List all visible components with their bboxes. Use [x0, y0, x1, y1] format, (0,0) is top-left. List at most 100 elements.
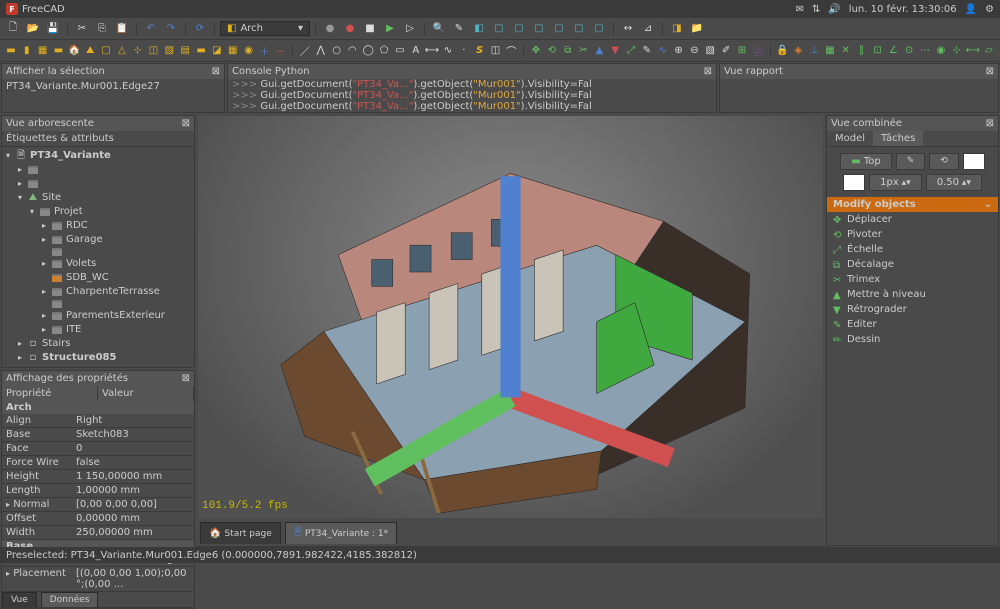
zoom-fit-icon[interactable]: 🔍 — [430, 20, 448, 38]
tree-body[interactable]: ▾🗎PT34_Variante▸▸▾⛰Site▾Projet▸RDC▸Garag… — [2, 147, 194, 367]
tab-donnees[interactable]: Données — [41, 592, 99, 607]
snap-lock-icon[interactable]: 🔒 — [775, 42, 789, 60]
save-icon[interactable]: 💾 — [44, 20, 62, 38]
wire2bspline-icon[interactable]: ∿ — [656, 42, 670, 60]
new-icon[interactable]: 🗋 — [4, 20, 22, 38]
view-top-icon[interactable]: ▢ — [510, 20, 528, 38]
property-row[interactable]: BaseSketch083 — [2, 428, 194, 442]
paste-icon[interactable]: 📋 — [113, 20, 131, 38]
viewport-tab[interactable]: 🏠 Start page — [200, 522, 281, 544]
settings-gear-icon[interactable]: ⚙ — [985, 4, 994, 15]
line-icon[interactable]: ／ — [298, 42, 312, 60]
bspline-icon[interactable]: ∿ — [441, 42, 455, 60]
close-icon[interactable]: ⊠ — [182, 373, 190, 384]
volume-icon[interactable]: 🔊 — [828, 4, 840, 15]
tab-vue[interactable]: Vue — [2, 592, 37, 607]
network-icon[interactable]: ⇅ — [812, 4, 820, 15]
property-row[interactable]: Force Wirefalse — [2, 456, 194, 470]
snap-perp-icon[interactable]: ⊥ — [807, 42, 821, 60]
view-rear-icon[interactable]: ▢ — [550, 20, 568, 38]
rebar-icon[interactable]: ▦ — [36, 42, 50, 60]
macro-icon[interactable]: ● — [321, 20, 339, 38]
part-icon[interactable]: ◨ — [668, 20, 686, 38]
tree-node[interactable]: ▸ — [4, 163, 192, 177]
tree-node[interactable]: ▾🗎PT34_Variante — [4, 149, 192, 163]
task-upgrade[interactable]: ▲Mettre à niveau — [827, 287, 998, 302]
task-downgrade[interactable]: ▼Rétrograder — [827, 302, 998, 317]
snap-ortho-icon[interactable]: ⊹ — [950, 42, 964, 60]
space-icon[interactable]: ▧ — [162, 42, 176, 60]
property-row[interactable]: Face0 — [2, 442, 194, 456]
ellipse-icon[interactable]: ◯ — [361, 42, 375, 60]
addpoint-icon[interactable]: ⊕ — [672, 42, 686, 60]
axes-gizmo[interactable] — [198, 116, 823, 518]
user-icon[interactable]: 👤 — [965, 4, 977, 15]
view-iso-icon[interactable]: ◧ — [470, 20, 488, 38]
circle-icon[interactable]: ○ — [330, 42, 344, 60]
close-icon[interactable]: ⊠ — [212, 66, 220, 77]
snap-mid-icon[interactable]: ◈ — [791, 42, 805, 60]
tree-node[interactable] — [4, 247, 192, 257]
shape2d-icon[interactable]: ▧ — [703, 42, 717, 60]
tab-tasks[interactable]: Tâches — [873, 131, 923, 146]
measure-dist-icon[interactable]: ↔ — [619, 20, 637, 38]
tree-node[interactable]: ▸▫Structure085 — [4, 351, 192, 365]
view-front-icon[interactable]: ▢ — [490, 20, 508, 38]
snap-center-icon[interactable]: ⊙ — [902, 42, 916, 60]
snap-angle-icon[interactable]: ∠ — [886, 42, 900, 60]
face-color[interactable] — [843, 174, 865, 191]
equip-icon[interactable]: ◪ — [210, 42, 224, 60]
snap-grid-icon[interactable]: ▦ — [823, 42, 837, 60]
draw-style-icon[interactable]: ✎ — [450, 20, 468, 38]
group-icon[interactable]: 📁 — [688, 20, 706, 38]
arc-icon[interactable]: ◠ — [345, 42, 359, 60]
trimex-icon[interactable]: ✂ — [577, 42, 591, 60]
tree-node[interactable]: ▸Volets — [4, 257, 192, 271]
refresh-icon[interactable]: ⟳ — [191, 20, 209, 38]
task-draw[interactable]: ✏Dessin — [827, 332, 998, 347]
structure-icon[interactable]: ▮ — [20, 42, 34, 60]
tree-node[interactable]: ▸ITE — [4, 323, 192, 337]
close-icon[interactable]: ⊠ — [986, 118, 994, 129]
task-trim[interactable]: ✂Trimex — [827, 272, 998, 287]
move-icon[interactable]: ✥ — [529, 42, 543, 60]
workbench-selector[interactable]: ◧ Arch ▾ — [220, 21, 310, 36]
property-row[interactable]: ▸ Placement[(0,00 0,00 1,00);0,00 °;(0,0… — [2, 567, 194, 592]
upgrade-icon[interactable]: ▲ — [592, 42, 606, 60]
downgrade-icon[interactable]: ▼ — [608, 42, 622, 60]
add-icon[interactable]: ＋ — [258, 42, 272, 60]
open-icon[interactable]: 📂 — [24, 20, 42, 38]
task-scale[interactable]: ⤢Échelle — [827, 242, 998, 257]
plane-selector[interactable]: ▬ Top — [840, 153, 892, 170]
close-icon[interactable]: ⊠ — [704, 66, 712, 77]
close-icon[interactable]: ⊠ — [986, 66, 994, 77]
viewport-tab[interactable]: 🗎 PT34_Variante : 1* — [285, 522, 397, 544]
tree-node[interactable]: SDB_WC — [4, 271, 192, 285]
cut-icon[interactable]: ✂ — [73, 20, 91, 38]
delpoint-icon[interactable]: ⊖ — [687, 42, 701, 60]
snap-dims-icon[interactable]: ⟷ — [966, 42, 980, 60]
property-row[interactable]: Height1 150,00000 mm — [2, 470, 194, 484]
font-size[interactable]: 0.50 ▴▾ — [926, 174, 982, 191]
view-bottom-icon[interactable]: ▢ — [570, 20, 588, 38]
3d-viewport[interactable]: 101.9/5.2 fps — [198, 116, 823, 518]
property-row[interactable]: AlignRight — [2, 414, 194, 428]
draft2sketch-icon[interactable]: ✐ — [719, 42, 733, 60]
tree-node[interactable] — [4, 299, 192, 309]
wire-icon[interactable]: ⋀ — [314, 42, 328, 60]
section-modify-objects[interactable]: Modify objects ⌄ — [827, 197, 998, 212]
task-offset[interactable]: ⧉Décalage — [827, 257, 998, 272]
point-icon[interactable]: · — [457, 42, 471, 60]
play-macro-icon[interactable]: ▶ — [381, 20, 399, 38]
view-left-icon[interactable]: ▢ — [590, 20, 608, 38]
snap-parallel-icon[interactable]: ∥ — [855, 42, 869, 60]
property-row[interactable]: ▸ Normal[0,00 0,00 0,00] — [2, 498, 194, 512]
redo-icon[interactable]: ↷ — [162, 20, 180, 38]
properties-body[interactable]: ArchAlignRightBaseSketch083Face0Force Wi… — [2, 401, 194, 592]
snap-ext-icon[interactable]: ⋯ — [918, 42, 932, 60]
property-row[interactable]: Width250,00000 mm — [2, 526, 194, 540]
view-right-icon[interactable]: ▢ — [530, 20, 548, 38]
edit-icon[interactable]: ✎ — [640, 42, 654, 60]
remove-icon[interactable]: － — [273, 42, 287, 60]
tree-node[interactable]: ▸ — [4, 177, 192, 191]
